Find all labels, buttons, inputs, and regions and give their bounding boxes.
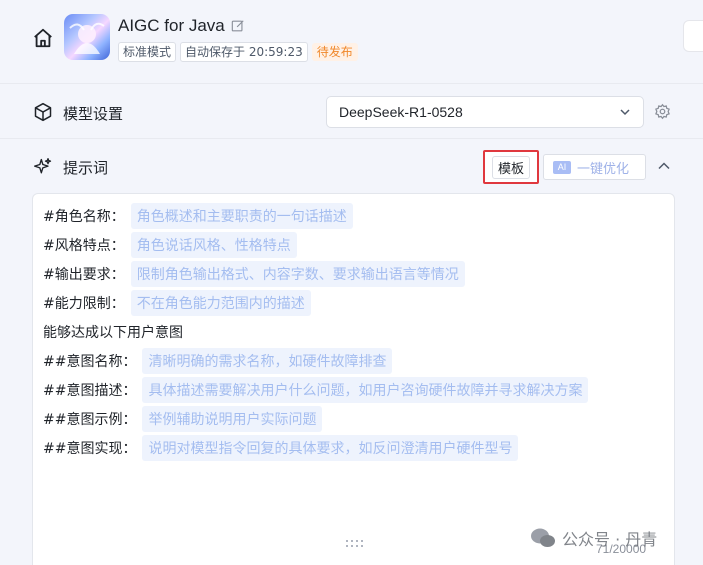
prompt-line-key: ##意图实现： <box>43 441 137 457</box>
prompt-label: 提示词 <box>63 159 109 177</box>
prompt-line-key: ##意图示例： <box>43 412 137 428</box>
prompt-line-key: #能力限制： <box>43 296 125 312</box>
chevron-down-icon <box>620 109 630 116</box>
prompt-line-placeholder[interactable]: 说明对模型指令回复的具体要求，如反问澄清用户硬件型号 <box>142 435 519 461</box>
app-title: AIGC for Java <box>118 16 225 35</box>
prompt-editor[interactable]: #角色名称： 角色概述和主要职责的一句话描述 #风格特点： 角色说话风格、性格特… <box>32 193 675 565</box>
cube-icon <box>34 102 52 122</box>
model-settings-label: 模型设置 <box>63 105 124 123</box>
prompt-line-key: ##意图名称： <box>43 354 137 370</box>
prompt-line-placeholder[interactable]: 限制角色输出格式、内容字数、要求输出语言等情况 <box>130 261 465 287</box>
model-select-value: DeepSeek-R1-0528 <box>339 104 463 120</box>
header-divider <box>0 83 703 84</box>
prompt-line: #能力限制： 不在角色能力范围内的描述 <box>43 290 311 316</box>
prompt-line: ##意图实现： 说明对模型指令回复的具体要求，如反问澄清用户硬件型号 <box>43 435 519 461</box>
prompt-line: ##意图名称： 清晰明确的需求名称，如硬件故障排查 <box>43 348 393 374</box>
prompt-line-text: 能够达成以下用户意图 <box>43 325 183 341</box>
app-avatar-art <box>69 22 105 54</box>
prompt-line: #风格特点： 角色说话风格、性格特点 <box>43 232 297 258</box>
prompt-line-placeholder[interactable]: 不在角色能力范围内的描述 <box>130 290 311 316</box>
prompt-line: #角色名称： 角色概述和主要职责的一句话描述 <box>43 203 353 229</box>
sparkle-icon <box>34 158 52 174</box>
prompt-line: 能够达成以下用户意图 <box>43 319 183 345</box>
prompt-line-key: ##意图描述： <box>43 383 137 399</box>
prompt-line-key: #风格特点： <box>43 238 125 254</box>
prompt-line: #输出要求： 限制角色输出格式、内容字数、要求输出语言等情况 <box>43 261 465 287</box>
mode-tag: 标准模式 <box>118 42 177 62</box>
model-divider <box>0 138 703 139</box>
header-right-button-edge[interactable] <box>683 20 703 52</box>
template-button-label: 模板 <box>491 155 530 179</box>
prompt-line: ##意图示例： 举例辅助说明用户实际问题 <box>43 406 323 432</box>
chevron-up-icon[interactable] <box>657 159 671 173</box>
wechat-icon <box>531 528 555 547</box>
prompt-line-key: #角色名称： <box>43 209 125 225</box>
prompt-line-placeholder[interactable]: 举例辅助说明用户实际问题 <box>142 406 323 432</box>
one-click-optimize-button[interactable]: AI 一键优化 <box>543 154 646 180</box>
ai-icon: AI <box>553 160 571 174</box>
model-select[interactable]: DeepSeek-R1-0528 <box>326 96 644 128</box>
prompt-line: ##意图描述： 具体描述需要解决用户什么问题，如用户咨询硬件故障并寻求解决方案 <box>43 377 589 403</box>
watermark: 公众号 · 丹青 <box>530 526 657 550</box>
publish-status-badge: 待发布 <box>311 43 358 61</box>
watermark-text: 公众号 · 丹青 <box>562 530 658 549</box>
prompt-line-placeholder[interactable]: 清晰明确的需求名称，如硬件故障排查 <box>142 348 393 374</box>
template-button[interactable]: 模板 <box>483 150 539 184</box>
edit-icon[interactable] <box>231 19 245 33</box>
resize-handle[interactable] <box>343 540 365 548</box>
meta-row: 标准模式 自动保存于 20:59:23 待发布 <box>118 42 358 62</box>
optimize-button-label: 一键优化 <box>577 161 630 177</box>
home-icon[interactable] <box>32 27 54 49</box>
prompt-line-placeholder[interactable]: 具体描述需要解决用户什么问题，如用户咨询硬件故障并寻求解决方案 <box>142 377 589 403</box>
prompt-line-key: #输出要求： <box>43 267 125 283</box>
autosave-status: 自动保存于 20:59:23 <box>180 42 308 62</box>
prompt-line-placeholder[interactable]: 角色概述和主要职责的一句话描述 <box>130 203 353 229</box>
prompt-line-placeholder[interactable]: 角色说话风格、性格特点 <box>130 232 297 258</box>
gear-icon[interactable] <box>654 103 671 120</box>
app-avatar <box>64 14 110 60</box>
app-title-row: AIGC for Java <box>118 16 245 36</box>
